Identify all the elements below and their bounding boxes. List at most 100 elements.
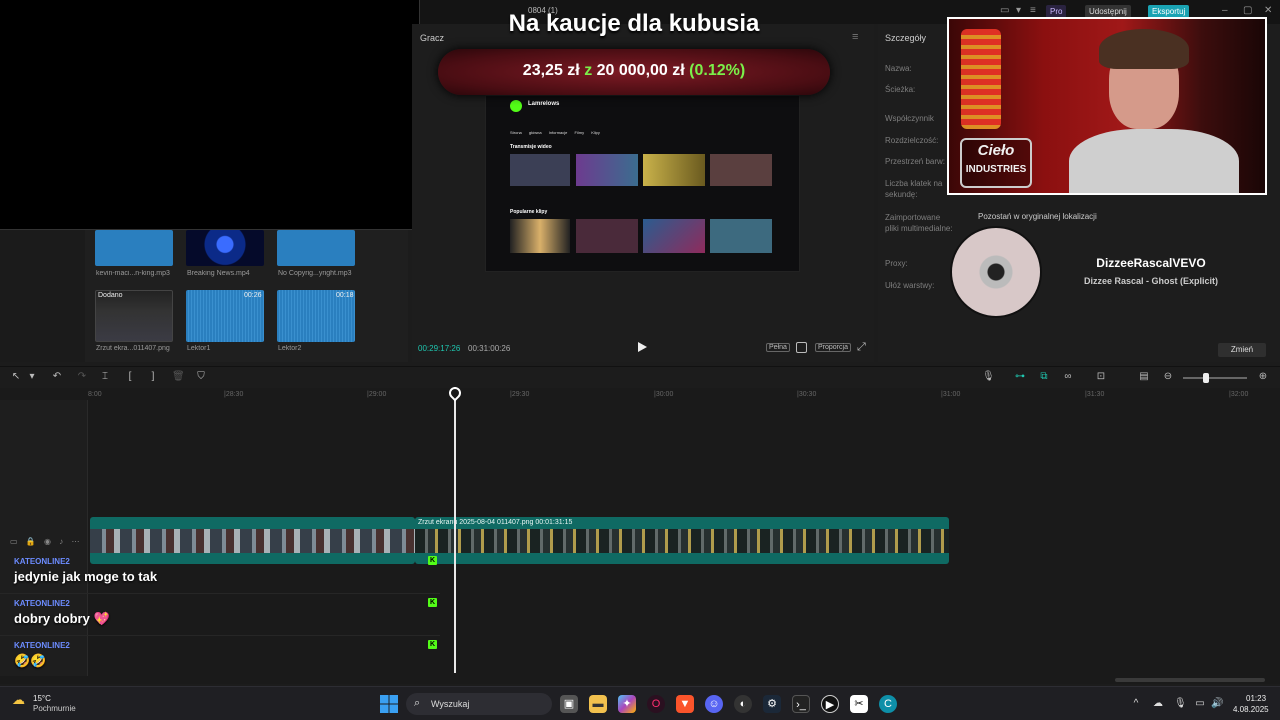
preview-frame[interactable]: Lamrelows Strona główna Informacje Filmy… [485,95,800,272]
more-icon[interactable]: ⋯ [71,537,79,546]
menu-icon[interactable]: ≡ [1030,5,1036,16]
preview-tab: Filmy [574,130,585,135]
chevron-down-icon[interactable]: ▾ [26,371,38,383]
pc-lights [961,29,1001,129]
chat-message: 🤣🤣 [14,653,47,668]
discord-icon[interactable]: ☺ [705,695,723,713]
trim-right-icon[interactable]: ] [147,371,159,383]
timeline-toolbar [0,366,1280,388]
playhead[interactable] [454,387,456,673]
media-duration: 00:26 [244,292,262,299]
chevron-up-icon[interactable]: ^ [1130,698,1142,710]
split-icon[interactable]: ⌶ [99,371,111,383]
taskbar-search[interactable] [406,693,552,715]
steam-icon[interactable]: ⚙ [763,695,781,713]
layout-icon[interactable]: ▭ [1000,5,1009,16]
link-icon[interactable]: ⧉ [1038,371,1050,383]
ruler-tick: |32:00 [1229,391,1249,398]
preview-tab: Klipy [591,130,600,135]
ratio-button[interactable]: Proporcja [815,343,851,352]
clock-time[interactable]: 01:23 [1246,694,1266,703]
donation-title: Na kaucje dla kubusia [508,10,760,37]
play-icon[interactable] [636,341,648,353]
media-player-icon[interactable]: ▶ [821,695,839,713]
detail-label: Nazwa: [885,64,912,73]
zoom-in-icon[interactable]: ⊕ [1257,371,1269,383]
chain-icon[interactable]: ∞ [1062,371,1074,383]
redo-icon[interactable]: ↷ [76,371,88,383]
chevron-down-icon[interactable]: ▾ [1016,5,1021,16]
app-icon[interactable]: C [879,695,897,713]
eye-icon[interactable]: ◉ [44,537,51,546]
preview-thumb [643,154,705,186]
lock-icon[interactable]: 🔒 [26,537,36,546]
detail-label: Przestrzeń barw: [885,157,946,166]
captions-icon[interactable]: ▤ [1138,371,1150,383]
weather-description[interactable]: Pochmurnie [33,704,76,713]
preview-tab: Informacje [548,130,568,135]
windows-start-icon[interactable] [380,695,398,713]
track-thumb-icon[interactable]: ▭ [10,537,18,546]
chat-username: KATEONLINE2 [14,641,70,650]
kick-icon: K [428,598,437,607]
volume-icon[interactable]: ♪ [59,537,63,546]
task-view-icon[interactable]: ▣ [560,695,578,713]
chat-username: KATEONLINE2 [14,557,70,566]
preview-thumb [510,219,570,253]
terminal-icon[interactable]: ›_ [792,695,810,713]
trim-left-icon[interactable]: [ [124,371,136,383]
search-placeholder[interactable]: Wyszukaj [431,699,469,709]
donation-separator: z [584,62,593,79]
magnet-icon[interactable]: ⊶ [1014,371,1026,383]
channel-avatar [510,100,522,112]
zoom-out-icon[interactable]: ⊖ [1162,371,1174,383]
added-badge: Dodano [98,292,123,299]
preview-icon[interactable]: ⊡ [1095,371,1107,383]
network-icon[interactable]: ▭ [1194,698,1206,710]
brave-icon[interactable]: ▼ [676,695,694,713]
cloud-icon[interactable]: ☁ [1152,698,1164,710]
full-button[interactable]: Pełna [766,343,790,352]
preview-tab: Strona główna [510,130,542,135]
microphone-icon[interactable]: 🎙 [982,371,995,383]
clock-date[interactable]: 4.08.2025 [1233,705,1269,714]
media-duration: 00:18 [336,292,354,299]
fullscreen-icon[interactable]: ⤢ [857,341,866,354]
file-explorer-icon[interactable]: ▬ [589,695,607,713]
minimize-icon[interactable]: – [1222,5,1228,16]
copilot-icon[interactable]: ✦ [618,695,636,713]
microphone-icon[interactable]: 🎙 [1174,698,1187,710]
vinyl-disc-icon [950,226,1042,318]
media-thumb-audio[interactable] [277,230,355,266]
media-thumb-audio[interactable] [95,230,173,266]
capcut-icon[interactable]: ✂ [850,695,868,713]
preview-thumb [710,219,772,253]
delete-icon[interactable]: 🗑 [172,371,185,383]
select-tool-icon[interactable]: ↖ [10,371,22,383]
horizontal-scrollbar[interactable] [1115,678,1265,682]
keep-location-option[interactable]: Pozostań w oryginalnej lokalizacji [978,212,1097,221]
close-icon[interactable]: ✕ [1264,5,1272,16]
detail-label: Zaimportowane pliki multimedialne: [885,213,953,233]
weather-cloud-icon[interactable]: ☁ [12,693,28,707]
shield-icon[interactable]: ⛉ [195,371,207,383]
media-thumb-video[interactable] [186,230,264,266]
timeline-clip[interactable] [90,517,415,564]
obs-icon[interactable]: ◐ [734,695,752,713]
person-shirt [1069,129,1239,193]
zoom-slider[interactable] [1183,377,1247,379]
menu-icon[interactable]: ≡ [852,31,858,43]
focus-icon[interactable] [796,342,807,353]
detail-label: Ułóż warstwy: [885,281,935,290]
maximize-icon[interactable]: ▢ [1243,5,1252,16]
media-label: Zrzut ekra...011407.png [96,345,170,352]
details-title: Szczegóły [885,33,927,43]
undo-icon[interactable]: ↶ [51,371,63,383]
change-button[interactable]: Zmień [1218,343,1266,357]
channel-name: Lamrelows [528,101,560,107]
zoom-slider-handle[interactable] [1203,373,1209,383]
total-time: 00:31:00:26 [468,344,511,353]
speaker-icon[interactable]: 🔊 [1211,698,1223,710]
opera-icon[interactable]: O [647,695,665,713]
weather-temperature[interactable]: 15°C [33,694,51,703]
